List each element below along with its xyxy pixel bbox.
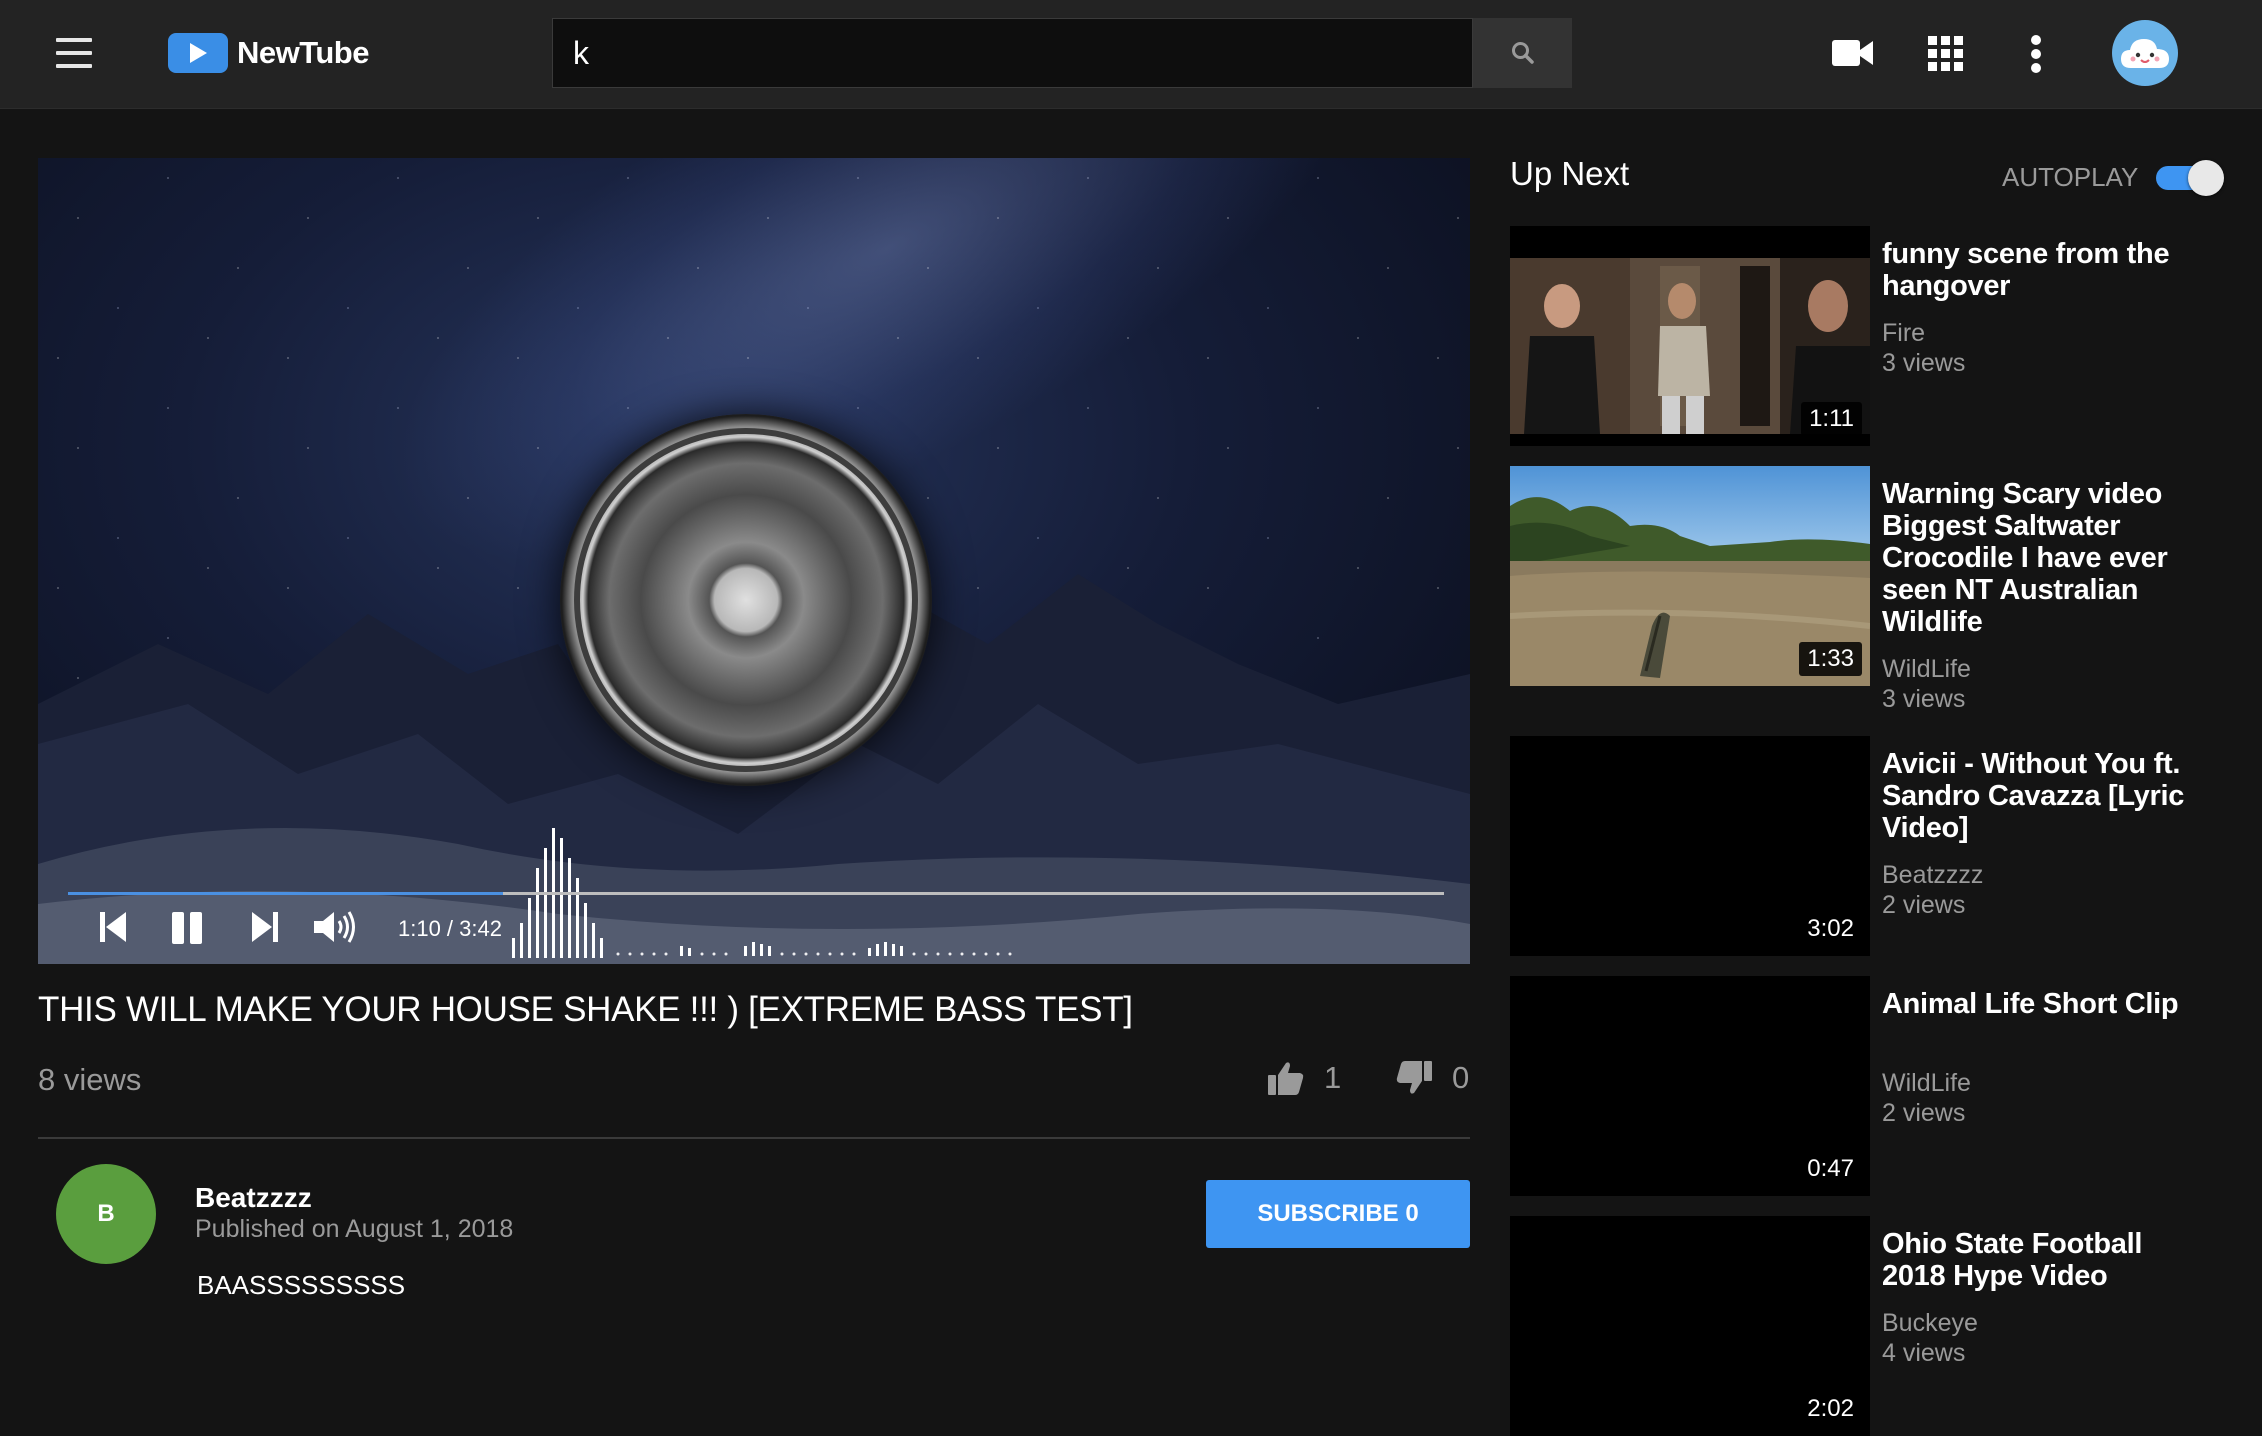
channel-name: Beatzzzz bbox=[1882, 861, 1984, 889]
time-display: 1:10 / 3:42 bbox=[398, 916, 502, 941]
thumbs-down-icon bbox=[1396, 1061, 1432, 1094]
pause-button[interactable] bbox=[172, 912, 204, 949]
channel-name: Fire bbox=[1882, 319, 1926, 347]
video-title[interactable]: Ohio State Football 2018 Hype Video bbox=[1882, 1228, 2192, 1292]
volume-button[interactable] bbox=[314, 910, 358, 949]
skip-previous-icon bbox=[100, 912, 126, 942]
video-thumbnail[interactable]: 2:02 bbox=[1510, 1216, 1870, 1436]
more-vert-icon[interactable] bbox=[2030, 34, 2042, 79]
channel-avatar[interactable]: B bbox=[56, 1164, 156, 1264]
channel-name: WildLife bbox=[1882, 655, 1971, 683]
subscribe-button[interactable]: SUBSCRIBE 0 bbox=[1206, 1180, 1470, 1248]
video-thumbnail[interactable]: 0:47 bbox=[1510, 976, 1870, 1196]
view-count: 3 views bbox=[1882, 685, 1966, 713]
divider bbox=[38, 1137, 1470, 1139]
like-count: 1 bbox=[1324, 1060, 1342, 1095]
video-description: BAASSSSSSSSS bbox=[197, 1270, 406, 1300]
user-avatar[interactable] bbox=[2112, 20, 2178, 86]
pause-icon bbox=[172, 912, 202, 944]
video-title[interactable]: funny scene from the hangover bbox=[1882, 238, 2192, 302]
video-player[interactable]: 1:10 / 3:42 bbox=[38, 158, 1470, 964]
progress-bar[interactable] bbox=[68, 892, 1444, 895]
skip-next-icon bbox=[252, 912, 278, 942]
video-title[interactable]: Warning Scary video Biggest Saltwater Cr… bbox=[1882, 478, 2192, 638]
view-count: 2 views bbox=[1882, 1099, 1966, 1127]
audio-visualizer bbox=[512, 828, 1012, 958]
menu-icon[interactable] bbox=[56, 38, 92, 70]
top-bar: NewTube k bbox=[0, 0, 2262, 109]
search-input[interactable]: k bbox=[552, 18, 1473, 88]
view-count: 3 views bbox=[1882, 349, 1966, 377]
autoplay-toggle[interactable] bbox=[2156, 160, 2224, 196]
logo[interactable]: NewTube bbox=[168, 33, 370, 73]
video-title: THIS WILL MAKE YOUR HOUSE SHAKE !!! ) [E… bbox=[38, 990, 1133, 1029]
up-next-item[interactable]: 2:02 Ohio State Football 2018 Hype Video… bbox=[1510, 1216, 2230, 1436]
up-next-item[interactable]: 3:02 Avicii - Without You ft. Sandro Cav… bbox=[1510, 736, 2230, 956]
view-count: 4 views bbox=[1882, 1339, 1966, 1367]
video-duration: 0:47 bbox=[1799, 1152, 1862, 1186]
view-count: 2 views bbox=[1882, 891, 1966, 919]
dislike-count: 0 bbox=[1452, 1060, 1470, 1095]
search-icon bbox=[1511, 42, 1534, 64]
up-next-item[interactable]: 0:47 Animal Life Short Clip WildLife 2 v… bbox=[1510, 976, 2230, 1196]
video-camera-icon[interactable] bbox=[1832, 38, 1874, 73]
publish-date: Published on August 1, 2018 bbox=[195, 1215, 514, 1243]
video-title[interactable]: Avicii - Without You ft. Sandro Cavazza … bbox=[1882, 748, 2192, 844]
up-next-item[interactable]: 1:33 Warning Scary video Biggest Saltwat… bbox=[1510, 466, 2230, 713]
video-duration: 1:33 bbox=[1799, 642, 1862, 676]
video-thumbnail[interactable]: 1:33 bbox=[1510, 466, 1870, 686]
progress-fill bbox=[68, 892, 503, 895]
video-duration: 1:11 bbox=[1801, 402, 1862, 436]
video-title[interactable]: Animal Life Short Clip bbox=[1882, 988, 2192, 1020]
dislike-button[interactable]: 0 bbox=[1396, 1060, 1469, 1096]
channel-name: Buckeye bbox=[1882, 1309, 1978, 1337]
skip-previous-button[interactable] bbox=[100, 912, 126, 947]
video-duration: 2:02 bbox=[1799, 1392, 1862, 1426]
up-next-item[interactable]: 1:11 funny scene from the hangover Fire … bbox=[1510, 226, 2230, 446]
video-duration: 3:02 bbox=[1799, 912, 1862, 946]
app-name: NewTube bbox=[237, 35, 370, 70]
video-thumbnail[interactable]: 3:02 bbox=[1510, 736, 1870, 956]
speaker-graphic bbox=[560, 414, 932, 786]
view-count: 8 views bbox=[38, 1062, 142, 1097]
apps-grid-icon[interactable] bbox=[1928, 36, 1964, 77]
cloud-avatar-icon bbox=[2121, 39, 2169, 68]
search-button[interactable] bbox=[1473, 18, 1572, 88]
thumbs-up-icon bbox=[1268, 1062, 1304, 1095]
up-next-heading: Up Next bbox=[1510, 155, 1630, 192]
play-logo-icon bbox=[168, 33, 228, 73]
video-thumbnail[interactable]: 1:11 bbox=[1510, 226, 1870, 446]
skip-next-button[interactable] bbox=[252, 912, 278, 947]
channel-name[interactable]: Beatzzzz bbox=[195, 1182, 312, 1214]
autoplay-label: AUTOPLAY bbox=[2002, 162, 2139, 192]
volume-icon bbox=[314, 911, 355, 943]
like-button[interactable]: 1 bbox=[1268, 1060, 1341, 1096]
channel-name: WildLife bbox=[1882, 1069, 1971, 1097]
